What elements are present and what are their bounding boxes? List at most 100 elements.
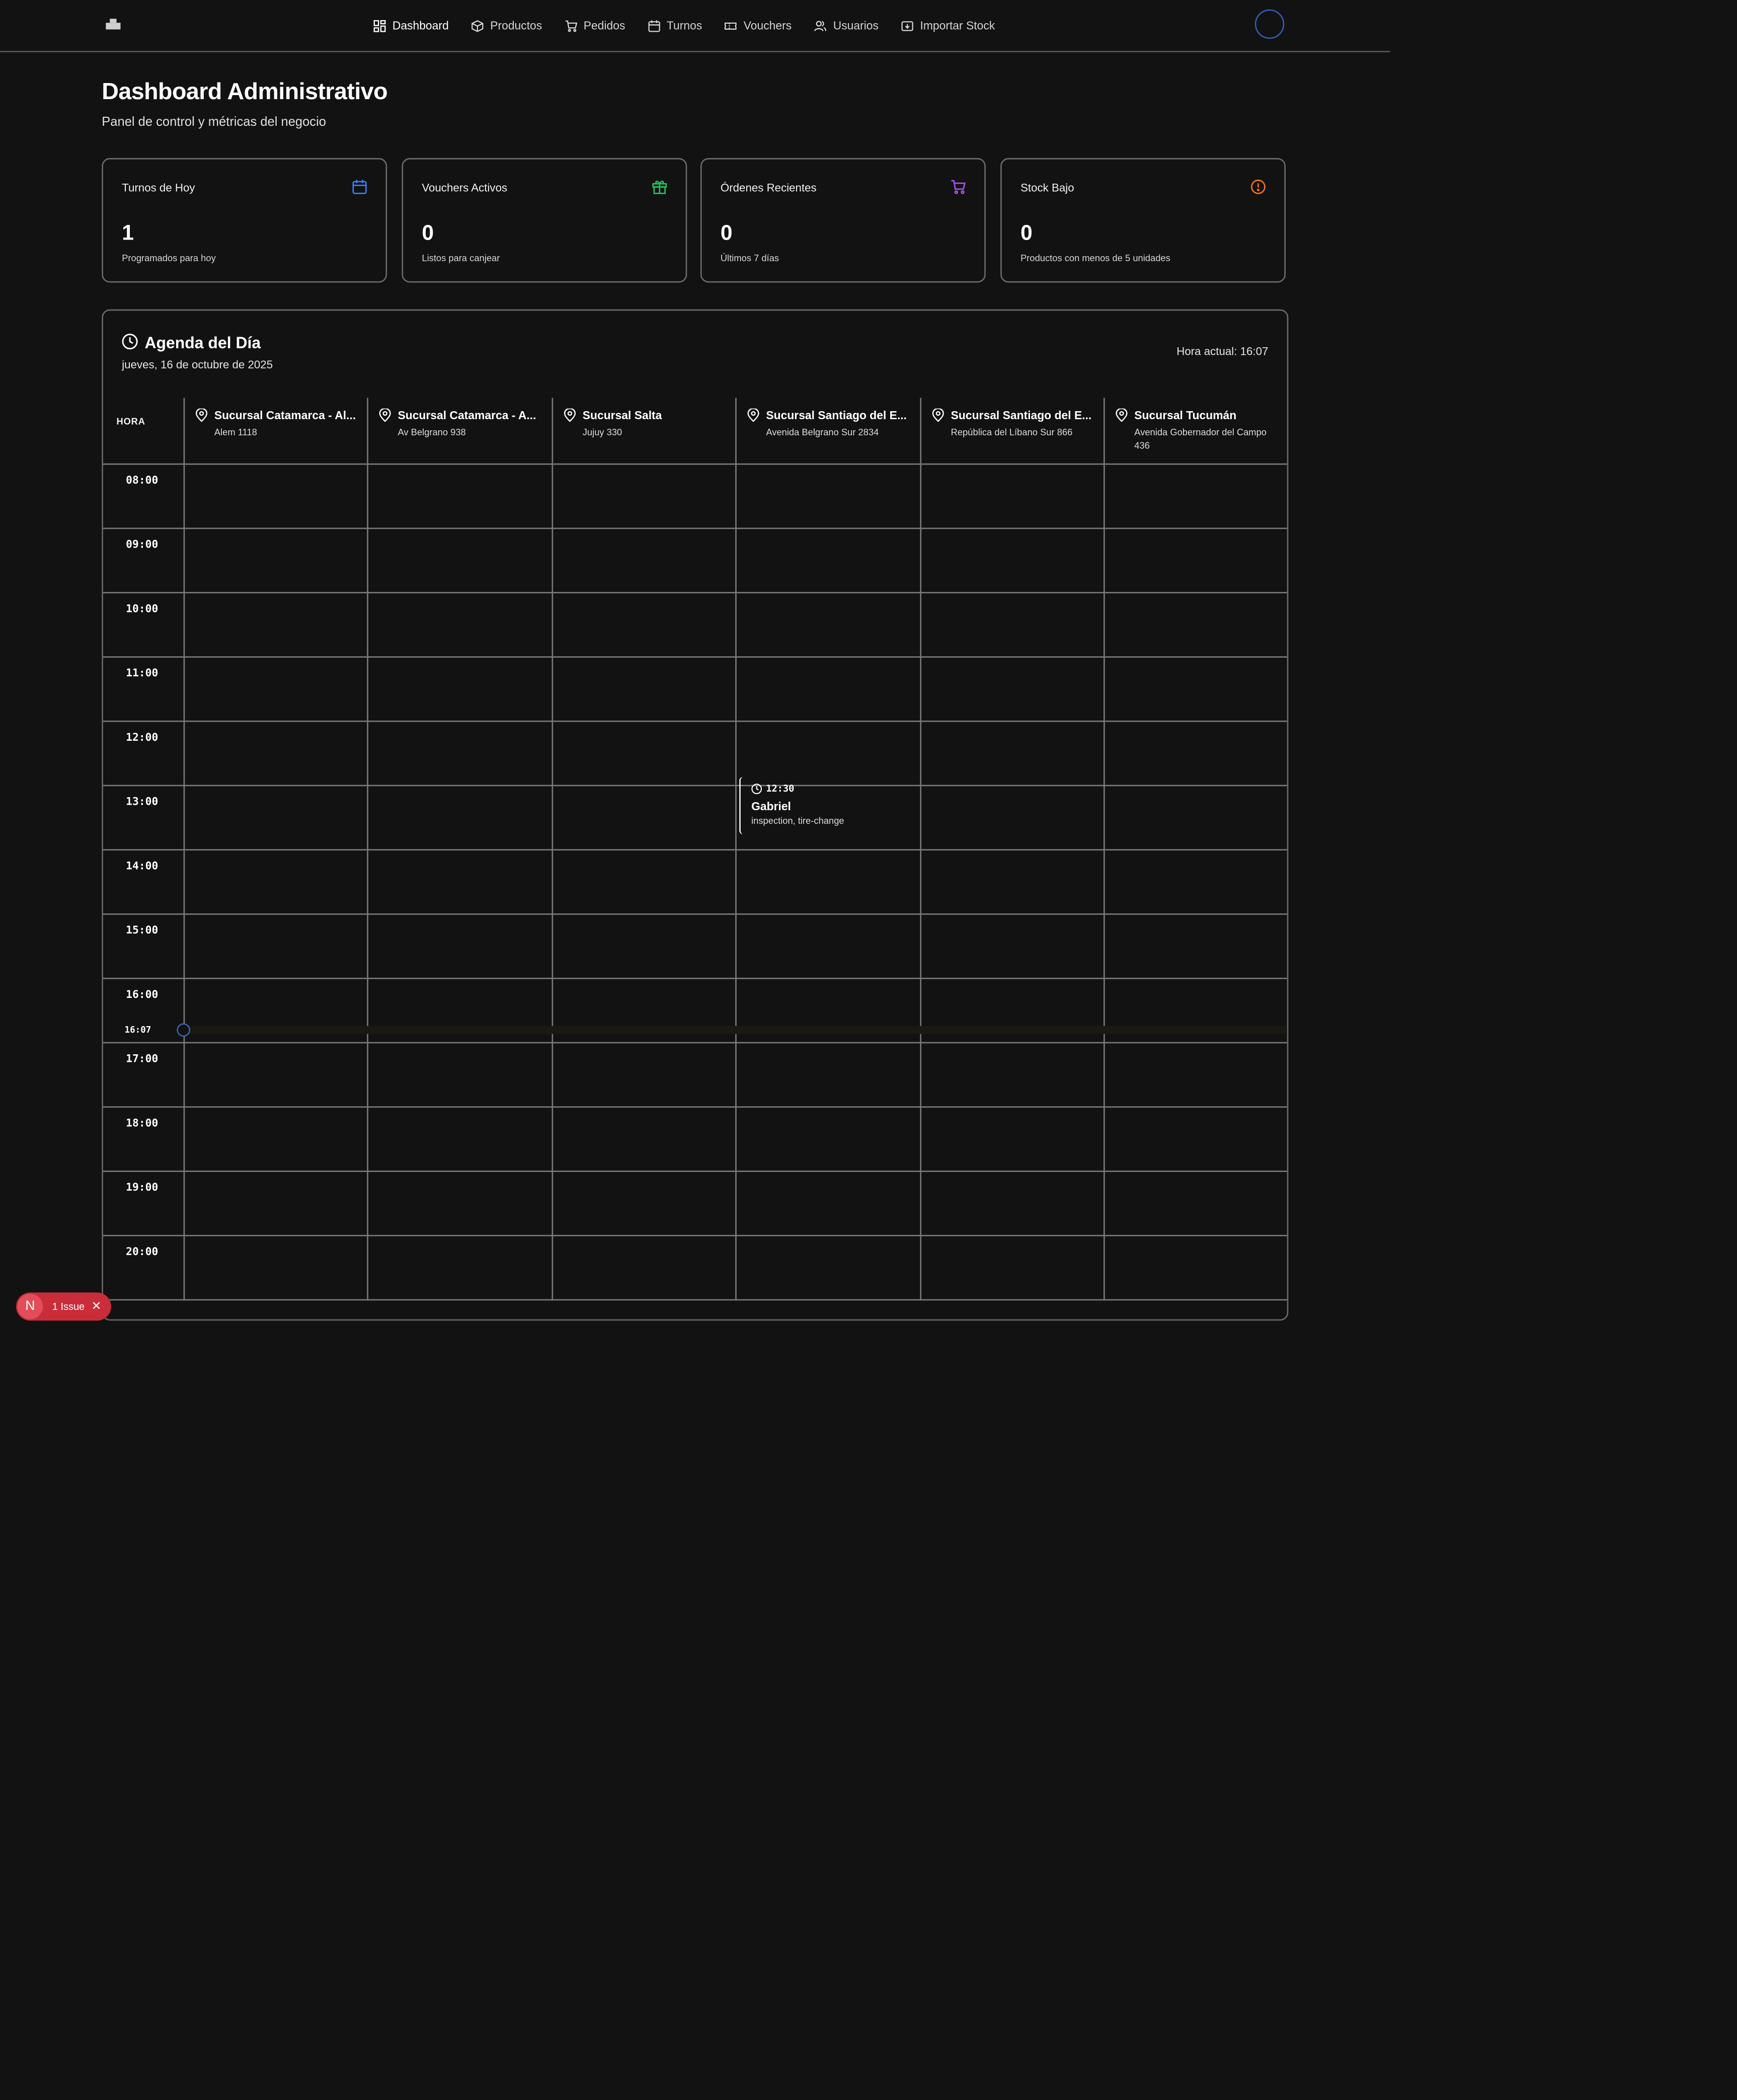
branch-address: Avenida Belgrano Sur 2834 [766,428,879,438]
calendar-icon [352,180,367,194]
nav-importar-stock-label: Importar Stock [920,19,995,32]
agenda-date: jueves, 16 de octubre de 2025 [122,357,273,371]
nav-pedidos-label: Pedidos [583,19,625,32]
card-value: 0 [422,222,434,246]
time-slot-label: 10:00 [126,602,159,615]
agenda-title: Agenda del Día [144,333,261,352]
time-slot-row[interactable]: 20:00 [103,1235,1287,1301]
appointment-time: 12:30 [751,784,794,794]
import-icon [901,20,913,31]
clock-icon [122,334,138,350]
nav-turnos[interactable]: Turnos [648,19,702,32]
branch-address: Avenida Gobernador del Campo 436 [1134,428,1267,451]
column-divider [1103,463,1105,1301]
current-time: Hora actual: 16:07 [1176,344,1269,358]
time-slot-row[interactable]: 12:00 [103,721,1287,787]
card-title: Órdenes Recientes [720,181,817,194]
branch-column-header[interactable]: Sucursal Santiago del E... República del… [920,398,1103,463]
issues-badge[interactable]: N 1 Issue ✕ [16,1292,111,1321]
nav-pedidos[interactable]: Pedidos [565,19,625,32]
branch-name: Sucursal Catamarca - Al... [214,408,356,422]
time-slot-row[interactable]: 17:00 [103,1042,1287,1108]
agenda-header-row: HORA Sucursal Catamarca - Al... Alem 111… [103,398,1287,465]
time-slot-row[interactable]: 19:00 [103,1171,1287,1236]
branch-address: Alem 1118 [214,428,257,438]
time-slot-row[interactable]: 08:00 [103,463,1287,529]
dashboard-icon [373,19,386,32]
nav-productos-label: Productos [490,19,542,32]
card-value: 1 [122,222,134,246]
cart-icon [565,20,577,32]
appointment-customer: Gabriel [751,799,791,813]
nav-usuarios[interactable]: Usuarios [814,19,879,32]
branch-column-header[interactable]: Sucursal Catamarca - A... Av Belgrano 93… [367,398,550,463]
next-logo-icon[interactable]: N [17,1294,43,1319]
hora-header: HORA [116,418,145,428]
time-slot-row[interactable]: 13:00 [103,785,1287,851]
branch-column-header[interactable]: Sucursal Santiago del E... Avenida Belgr… [735,398,919,463]
branch-column-header[interactable]: Sucursal Salta Jujuy 330 [551,398,736,463]
time-slot-label: 19:00 [126,1181,159,1194]
map-pin-icon [564,408,576,422]
card-ordenes-recientes: Órdenes Recientes 0 Últimos 7 días [700,158,986,283]
card-description: Listos para canjear [422,254,500,264]
gift-icon [652,181,667,194]
time-slot-row[interactable]: 11:00 [103,656,1287,722]
card-value: 0 [720,222,733,246]
time-slot-label: 17:00 [126,1052,159,1065]
top-navbar: Dashboard Productos Pedidos Turnos Vouch… [0,0,1390,52]
map-pin-icon [1116,408,1128,422]
main-nav: Dashboard Productos Pedidos Turnos Vouch… [373,0,1018,51]
current-time-marker-label: 16:07 [124,1025,151,1036]
time-slot-label: 16:00 [126,988,159,1001]
card-turnos-hoy: Turnos de Hoy 1 Programados para hoy [102,158,387,283]
card-description: Programados para hoy [122,254,216,264]
logo-icon[interactable] [106,18,121,30]
ticket-icon [725,22,737,29]
branch-column-header[interactable]: Sucursal Catamarca - Al... Alem 1118 [183,398,367,463]
nav-dashboard[interactable]: Dashboard [373,19,449,32]
close-icon[interactable]: ✕ [91,1299,101,1314]
box-icon [471,19,484,32]
nav-vouchers[interactable]: Vouchers [725,19,792,32]
card-title: Vouchers Activos [422,181,508,194]
clock-icon [751,784,762,795]
time-slot-row[interactable]: 15:00 [103,913,1287,979]
card-title: Stock Bajo [1020,181,1074,194]
time-slot-label: 15:00 [126,924,159,937]
nav-productos[interactable]: Productos [471,19,542,32]
cart-icon [951,180,966,194]
nav-dashboard-label: Dashboard [392,19,449,32]
calendar-icon [648,20,660,32]
time-slot-label: 09:00 [126,538,159,551]
time-slot-row[interactable]: 18:00 [103,1106,1287,1172]
alert-icon [1251,179,1266,194]
branch-address: Jujuy 330 [582,428,622,438]
issues-label[interactable]: 1 Issue [52,1300,85,1312]
nav-importar-stock[interactable]: Importar Stock [901,19,995,32]
agenda-panel: Agenda del Día jueves, 16 de octubre de … [102,309,1289,1321]
current-time-line [183,1026,1287,1034]
map-pin-icon [747,408,759,422]
branch-name: Sucursal Santiago del E... [951,408,1092,422]
page-subtitle: Panel de control y métricas del negocio [102,115,326,130]
map-pin-icon [195,408,208,422]
time-slot-label: 13:00 [126,795,159,808]
column-divider [183,463,185,1301]
time-slot-row[interactable]: 10:00 [103,592,1287,658]
branch-name: Sucursal Santiago del E... [766,408,907,422]
column-divider [920,463,922,1301]
time-slot-row[interactable]: 14:00 [103,849,1287,915]
column-divider [735,463,737,1301]
page-title: Dashboard Administrativo [102,77,388,105]
time-slot-row[interactable]: 09:00 [103,528,1287,594]
users-icon [814,20,827,31]
current-time-dot [177,1023,190,1037]
user-avatar[interactable] [1254,9,1285,39]
card-value: 0 [1020,222,1033,246]
branch-column-header[interactable]: Sucursal Tucumán Avenida Gobernador del … [1103,398,1287,463]
time-slot-label: 14:00 [126,860,159,872]
card-title: Turnos de Hoy [122,181,195,194]
appointment-card[interactable]: 12:30 Gabriel inspection, tire-change [739,776,920,835]
column-divider [551,463,554,1301]
